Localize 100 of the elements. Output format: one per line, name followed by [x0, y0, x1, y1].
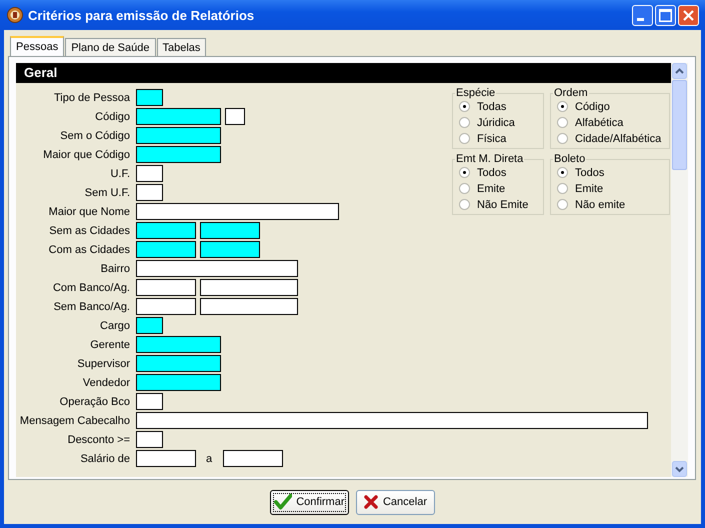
- input-field[interactable]: [136, 89, 163, 106]
- minimize-button[interactable]: [632, 4, 653, 26]
- input-field[interactable]: [136, 260, 298, 277]
- group-title: Espécie: [455, 87, 496, 99]
- input-field[interactable]: [136, 165, 163, 182]
- field-label: Salário de: [79, 452, 131, 464]
- input-field[interactable]: [200, 241, 260, 258]
- field-label: Gerente: [89, 338, 131, 350]
- radio-option[interactable]: Física: [459, 132, 539, 145]
- window-title: Critérios para emissão de Relatórios: [28, 8, 256, 22]
- option-label: Física: [477, 132, 506, 144]
- option-label: Alfabética: [575, 116, 624, 128]
- radio-button[interactable]: [557, 117, 568, 128]
- group-title: Boleto: [553, 153, 586, 165]
- field-label: Sem U.F.: [84, 186, 131, 198]
- field-label: Maior que Código: [42, 148, 131, 160]
- scroll-down-icon[interactable]: [672, 461, 687, 477]
- field-label: U.F.: [109, 168, 131, 180]
- radio-button[interactable]: [557, 199, 568, 210]
- option-label: Código: [575, 100, 610, 112]
- input-field[interactable]: [200, 222, 260, 239]
- radio-button[interactable]: [557, 183, 568, 194]
- maximize-icon: [659, 8, 672, 22]
- input-field[interactable]: [136, 146, 221, 163]
- radio-button[interactable]: [459, 117, 470, 128]
- input-field[interactable]: [223, 450, 284, 467]
- radio-option[interactable]: Cidade/Alfabética: [557, 132, 665, 145]
- scrollbar[interactable]: [671, 63, 688, 477]
- range-label: a: [205, 452, 214, 464]
- input-field[interactable]: [136, 431, 163, 448]
- radio-option[interactable]: Todos: [557, 166, 665, 179]
- close-button[interactable]: [678, 4, 699, 26]
- radio-option[interactable]: Júridica: [459, 116, 539, 129]
- field-label: Sem o Código: [59, 130, 131, 142]
- option-label: Não Emite: [477, 198, 528, 210]
- radio-option[interactable]: Não Emite: [459, 198, 539, 211]
- app-logo-icon: [7, 7, 23, 23]
- option-label: Emite: [575, 182, 604, 194]
- option-label: Júridica: [477, 116, 515, 128]
- field-label: Sem as Cidades: [48, 224, 131, 236]
- input-field[interactable]: [136, 184, 163, 201]
- tab[interactable]: Tabelas: [156, 38, 206, 56]
- input-field[interactable]: [136, 336, 221, 353]
- radio-button[interactable]: [459, 167, 470, 178]
- radio-button[interactable]: [459, 199, 470, 210]
- field-label: Com Banco/Ag.: [52, 282, 131, 294]
- radio-option[interactable]: Não emite: [557, 198, 665, 211]
- field-label: Tipo de Pessoa: [52, 92, 131, 104]
- input-field[interactable]: [136, 127, 221, 144]
- input-field[interactable]: [200, 298, 298, 315]
- tab[interactable]: Pessoas: [10, 36, 64, 56]
- radio-button[interactable]: [459, 183, 470, 194]
- close-icon: [683, 10, 694, 20]
- option-label: Emite: [477, 182, 506, 194]
- option-label: Não emite: [575, 198, 626, 210]
- group-title: Ordem: [553, 87, 589, 99]
- input-field[interactable]: [136, 241, 196, 258]
- input-field[interactable]: [136, 412, 648, 429]
- input-field[interactable]: [136, 450, 196, 467]
- input-field[interactable]: [136, 108, 221, 125]
- input-field[interactable]: [225, 108, 245, 125]
- input-field[interactable]: [136, 222, 196, 239]
- tab[interactable]: Plano de Saúde: [65, 38, 156, 56]
- radio-button[interactable]: [459, 101, 470, 112]
- field-label: Vendedor: [82, 376, 131, 388]
- input-field[interactable]: [136, 355, 221, 372]
- group-title: Emt M. Direta: [455, 153, 524, 165]
- field-label: Sem Banco/Ag.: [52, 300, 131, 312]
- radio-button[interactable]: [557, 133, 568, 144]
- option-label: Cidade/Alfabética: [575, 132, 662, 144]
- input-field[interactable]: [136, 203, 339, 220]
- radio-option[interactable]: Todos: [459, 166, 539, 179]
- radio-button[interactable]: [557, 167, 568, 178]
- confirm-button[interactable]: Confirmar: [270, 490, 348, 514]
- field-label: Maior que Nome: [48, 206, 131, 218]
- radio-option[interactable]: Todas: [459, 100, 539, 113]
- field-label: Desconto >=: [66, 434, 131, 446]
- radio-button[interactable]: [557, 101, 568, 112]
- radio-button[interactable]: [459, 133, 470, 144]
- field-label: Bairro: [100, 262, 131, 274]
- scroll-thumb[interactable]: [672, 80, 687, 170]
- input-field[interactable]: [136, 317, 163, 334]
- radio-option[interactable]: Alfabética: [557, 116, 665, 129]
- radio-option[interactable]: Código: [557, 100, 665, 113]
- maximize-button[interactable]: [655, 4, 676, 26]
- radio-option[interactable]: Emite: [459, 182, 539, 195]
- field-label: Mensagem Cabecalho: [18, 414, 131, 426]
- input-field[interactable]: [136, 279, 196, 296]
- input-field[interactable]: [200, 279, 298, 296]
- scroll-up-icon[interactable]: [672, 63, 687, 79]
- input-field[interactable]: [136, 298, 196, 315]
- cancel-button[interactable]: Cancelar: [356, 490, 434, 514]
- option-label: Todos: [575, 166, 604, 178]
- field-label: Com as Cidades: [48, 244, 131, 256]
- field-label: Supervisor: [76, 358, 131, 370]
- input-field[interactable]: [136, 393, 163, 410]
- checkmark-icon: [274, 493, 292, 511]
- input-field[interactable]: [136, 374, 221, 391]
- minimize-icon: [637, 18, 644, 20]
- radio-option[interactable]: Emite: [557, 182, 665, 195]
